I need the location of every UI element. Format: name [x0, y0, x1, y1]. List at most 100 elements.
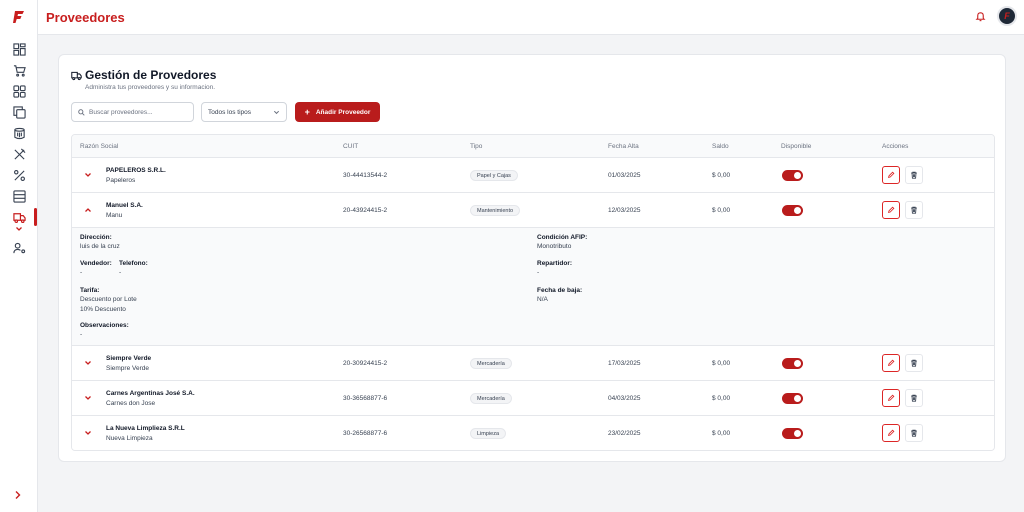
observaciones-value: - [80, 331, 83, 338]
cart-icon [13, 64, 26, 77]
avatar[interactable]: F [997, 6, 1017, 26]
app-logo-icon[interactable] [12, 10, 26, 24]
delete-button[interactable] [905, 201, 923, 219]
grid-icon [12, 84, 26, 98]
table-row[interactable]: Carnes Argentinas José S.A. Carnes don J… [72, 381, 994, 416]
column-header-disponible[interactable]: Disponible [781, 143, 811, 150]
dashboard-icon [12, 42, 26, 56]
type-badge: Mercadería [470, 393, 512, 404]
avatar-letter: F [1004, 11, 1010, 21]
type-badge: Limpieza [470, 428, 507, 439]
sidebar-item-utensils[interactable] [9, 144, 29, 164]
chevron-down-icon[interactable] [84, 430, 92, 436]
telefono-value: - [119, 269, 122, 276]
available-toggle[interactable] [782, 393, 803, 404]
sidebar-item-cylinder[interactable] [9, 123, 29, 143]
vendedor-value: - [80, 269, 83, 276]
delete-button[interactable] [905, 424, 923, 442]
chevron-down-icon[interactable] [84, 395, 92, 401]
delete-button[interactable] [905, 389, 923, 407]
delete-button[interactable] [905, 354, 923, 372]
observaciones-label: Observaciones: [80, 322, 129, 329]
supplier-balance: $ 0,00 [712, 207, 731, 214]
fecha-baja-value: N/A [537, 296, 548, 303]
condicion-afip-label: Condición AFIP: [537, 234, 588, 241]
supplier-alias: Carnes don Jose [106, 400, 156, 407]
trash-icon [911, 359, 917, 367]
chevron-right-icon[interactable] [13, 489, 23, 501]
table-row[interactable]: PAPELEROS S.R.L. Papeleros 30-44413544-2… [72, 158, 994, 193]
trash-icon [911, 394, 917, 402]
sidebar-item-list[interactable] [9, 186, 29, 206]
supplier-cuit: 30-36568877-6 [343, 395, 388, 402]
sidebar-item-cart[interactable] [9, 60, 29, 80]
type-filter-select[interactable]: Todos los tipos [201, 102, 287, 122]
edit-button[interactable] [882, 389, 900, 407]
pencil-icon [887, 206, 895, 214]
chevron-up-icon[interactable] [84, 207, 92, 213]
trash-icon [911, 429, 917, 437]
repartidor-label: Repartidor: [537, 260, 573, 267]
supplier-alias: Siempre Verde [106, 365, 149, 372]
column-header-razon-social[interactable]: Razón Social [80, 143, 118, 150]
column-header-fecha-alta[interactable]: Fecha Alta [608, 143, 639, 150]
available-toggle[interactable] [782, 170, 803, 181]
available-toggle[interactable] [782, 205, 803, 216]
supplier-name: Manuel S.A. [106, 202, 143, 209]
add-supplier-button[interactable]: + Añadir Proveedor [295, 102, 380, 122]
list-icon [12, 189, 26, 203]
copy-icon [12, 105, 26, 119]
available-toggle[interactable] [782, 428, 803, 439]
chevron-down-icon[interactable] [84, 172, 92, 178]
chevron-down-icon[interactable] [15, 225, 23, 233]
sidebar-item-grid[interactable] [9, 81, 29, 101]
available-toggle[interactable] [782, 358, 803, 369]
edit-button[interactable] [882, 166, 900, 184]
pencil-icon [887, 359, 895, 367]
table-row[interactable]: La Nueva Limplieza S.R.L Nueva Limpieza … [72, 416, 994, 450]
user-settings-icon [12, 242, 25, 253]
supplier-balance: $ 0,00 [712, 360, 731, 367]
supplier-cuit: 30-26568877-6 [343, 430, 388, 437]
sidebar-item-proveedores[interactable] [9, 207, 29, 227]
search-input[interactable] [89, 108, 189, 116]
column-header-acciones: Acciones [882, 143, 909, 150]
bell-icon[interactable] [975, 11, 986, 22]
supplier-date: 04/03/2025 [608, 395, 641, 402]
edit-button[interactable] [882, 201, 900, 219]
tarifa-value-1: Descuento por Lote [80, 296, 137, 303]
supplier-alias: Nueva Limpieza [106, 435, 153, 442]
sidebar-item-user-settings[interactable] [9, 238, 29, 258]
sidebar [0, 0, 38, 512]
supplier-date: 01/03/2025 [608, 172, 641, 179]
edit-button[interactable] [882, 354, 900, 372]
column-header-tipo[interactable]: Tipo [470, 143, 482, 150]
chevron-down-icon[interactable] [84, 360, 92, 366]
type-badge: Mantenimiento [470, 205, 521, 216]
delete-button[interactable] [905, 166, 923, 184]
chevron-down-icon [273, 110, 280, 114]
supplier-name: La Nueva Limplieza S.R.L [106, 425, 185, 432]
type-filter-value: Todos los tipos [208, 108, 251, 116]
percent-icon [13, 169, 25, 181]
type-badge: Mercadería [470, 358, 512, 369]
sidebar-item-percent[interactable] [9, 165, 29, 185]
pencil-icon [887, 394, 895, 402]
search-box[interactable] [71, 102, 194, 122]
plus-icon: + [304, 107, 310, 117]
supplier-balance: $ 0,00 [712, 172, 731, 179]
column-header-cuit[interactable]: CUIT [343, 143, 358, 150]
supplier-balance: $ 0,00 [712, 395, 731, 402]
column-header-saldo[interactable]: Saldo [712, 143, 729, 150]
edit-button[interactable] [882, 424, 900, 442]
sidebar-item-dashboard[interactable] [9, 39, 29, 59]
tarifa-label: Tarifa: [80, 287, 100, 294]
sidebar-item-copy[interactable] [9, 102, 29, 122]
table-row[interactable]: Manuel S.A. Manu 20-43924415-2 Mantenimi… [72, 193, 994, 228]
table-row[interactable]: Siempre Verde Siempre Verde 20-30924415-… [72, 346, 994, 381]
suppliers-table: Razón Social CUIT Tipo Fecha Alta Saldo … [71, 134, 995, 451]
repartidor-value: - [537, 269, 540, 276]
supplier-detail-panel: Dirección: luis de la cruz Vendedor: - T… [72, 228, 994, 346]
supplier-cuit: 20-30924415-2 [343, 360, 388, 367]
supplier-date: 17/03/2025 [608, 360, 641, 367]
